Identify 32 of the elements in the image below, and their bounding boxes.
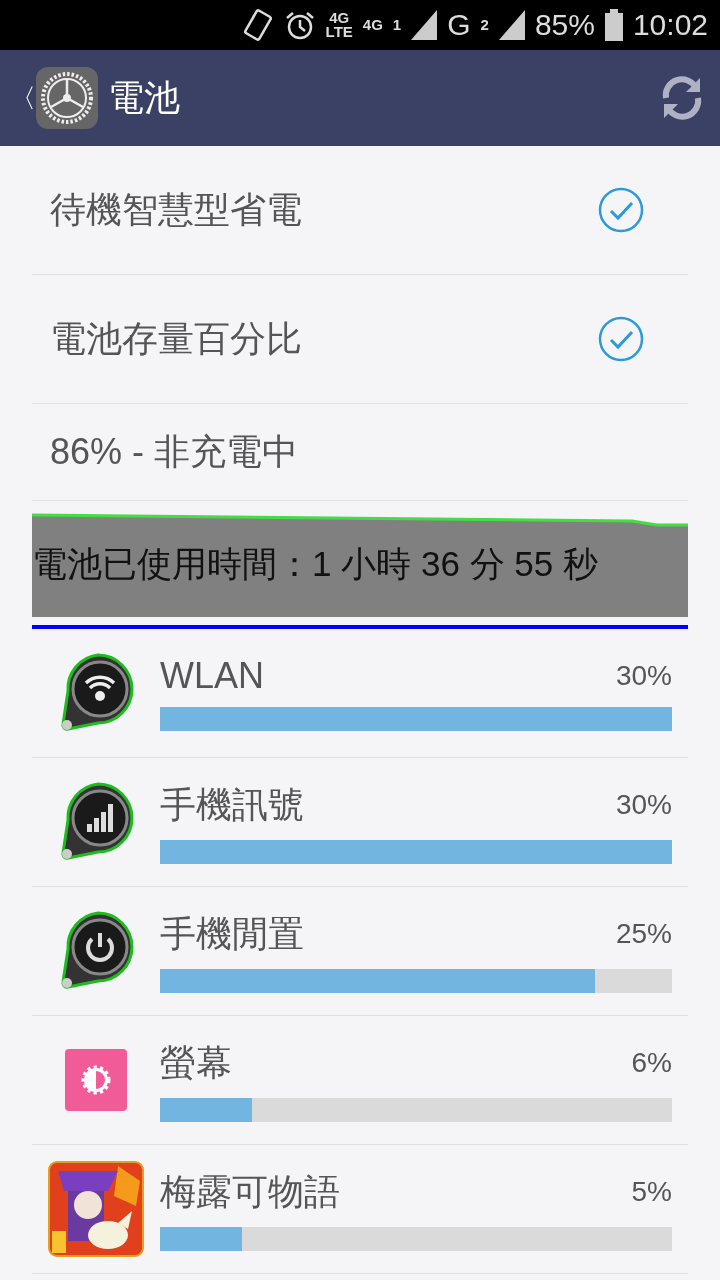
network-label: 4G <box>329 11 350 25</box>
usage-name: 螢幕 <box>160 1040 232 1085</box>
signal-icon <box>411 10 438 40</box>
usage-name: 梅露可物語 <box>160 1169 340 1214</box>
usage-time: 電池已使用時間：1 小時 36 分 55 秒 <box>32 542 598 585</box>
usage-percent: 30% <box>615 660 672 692</box>
sim-label: 2 <box>480 18 489 32</box>
network-label: LTE <box>325 25 353 39</box>
usage-percent: 6% <box>631 1047 672 1079</box>
page-title: 電池 <box>108 75 181 120</box>
gear-icon <box>36 67 98 129</box>
setting-label: 電池存量百分比 <box>50 316 302 361</box>
checkbox[interactable] <box>598 316 644 362</box>
usage-name: 手機閒置 <box>160 911 304 956</box>
checkbox[interactable] <box>598 187 644 233</box>
network-label: G <box>447 8 471 42</box>
usage-percent: 25% <box>615 918 672 950</box>
usage-percent: 30% <box>615 789 672 821</box>
usage-name: 手機訊號 <box>160 782 304 827</box>
brightness-icon <box>65 1049 127 1111</box>
clock: 10:02 <box>632 8 708 42</box>
battery-percent: 85% <box>534 8 595 42</box>
usage-percent: 5% <box>631 1176 672 1208</box>
sim-label: 1 <box>392 18 402 32</box>
signal-icon <box>498 10 525 40</box>
vibrate-icon <box>243 8 274 42</box>
back-button[interactable]: 〈 <box>10 80 36 116</box>
battery-status: 86% - 非充電中 <box>50 429 299 474</box>
setting-label: 待機智慧型省電 <box>50 187 302 232</box>
network-label: 4G <box>362 18 383 32</box>
usage-name: WLAN <box>160 655 264 697</box>
battery-icon <box>604 9 623 41</box>
